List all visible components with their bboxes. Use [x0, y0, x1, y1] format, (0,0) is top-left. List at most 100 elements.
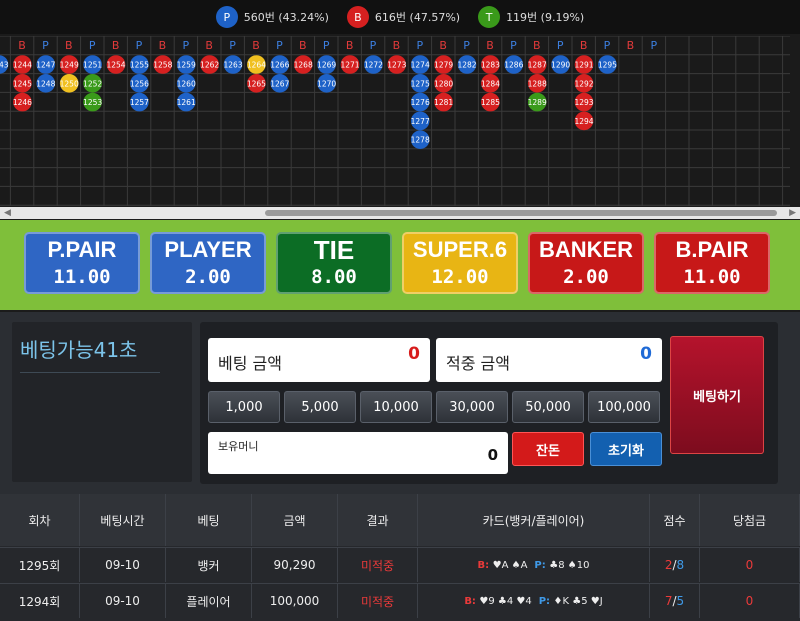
road-header-label: P: [604, 39, 611, 52]
road-bead-label: 1243: [0, 61, 9, 70]
hit-amount-label: 적중 금액: [446, 354, 510, 373]
bet-name: TIE: [313, 235, 355, 265]
road-bead-label: 1284: [481, 79, 500, 88]
road-bead-label: 1294: [574, 117, 593, 126]
bet-player-button[interactable]: PLAYER 2.00: [150, 232, 266, 294]
betting-timer: 베팅가능41초: [20, 338, 138, 362]
road-bead-label: 1290: [551, 61, 570, 70]
balance-field: 보유머니 0: [208, 432, 508, 474]
bet-tie-button[interactable]: TIE 8.00: [276, 232, 392, 294]
chip-100000-button[interactable]: 100,000: [588, 391, 660, 423]
scroll-right-icon[interactable]: ▶: [789, 208, 796, 218]
road-bead-label: 1270: [317, 79, 336, 88]
road-bead-label: 1252: [83, 79, 102, 88]
banker-cards: ♥A ♠A: [492, 559, 528, 571]
betting-panel: 베팅가능41초 베팅 금액 0 적중 금액 0 베팅하기 1,000 5,000…: [0, 312, 800, 494]
road-bead-label: 1292: [574, 79, 593, 88]
road-header-label: B: [486, 39, 494, 52]
road-bead-label: 1293: [574, 98, 593, 107]
cell-winnings: 0: [700, 584, 800, 618]
road-bead-label: 1251: [83, 61, 102, 70]
road-header-label: P: [416, 39, 423, 52]
road-header-label: B: [65, 39, 73, 52]
road-header-label: B: [439, 39, 447, 52]
road-header-label: P: [182, 39, 189, 52]
road-header-label: B: [533, 39, 541, 52]
road-header-label: B: [205, 39, 213, 52]
banker-prefix: B:: [477, 559, 493, 571]
road-bead-label: 1257: [130, 98, 149, 107]
road-bead-label: 1265: [247, 79, 266, 88]
chip-50000-button[interactable]: 50,000: [512, 391, 584, 423]
cell-time: 09-10: [80, 584, 166, 618]
road-bead-label: 1272: [364, 61, 383, 70]
road-header-label: B: [393, 39, 401, 52]
header-score: 점수: [650, 494, 700, 546]
road-bead-label: 1280: [434, 79, 453, 88]
road-header-label: B: [252, 39, 260, 52]
road-header-label: P: [510, 39, 517, 52]
bet-banker-button[interactable]: BANKER 2.00: [528, 232, 644, 294]
stat-player-text: 560번 (43.24%): [243, 11, 329, 24]
cell-cards: B: ♥9 ♣4 ♥4 P: ♦K ♣5 ♥J: [418, 584, 650, 618]
chip-10000-button[interactable]: 10,000: [360, 391, 432, 423]
road-bead-label: 1283: [481, 61, 500, 70]
scroll-thumb[interactable]: [265, 210, 777, 216]
bet-super6-button[interactable]: SUPER.6 12.00: [402, 232, 518, 294]
chip-5000-button[interactable]: 5,000: [284, 391, 356, 423]
road-header-label: B: [627, 39, 635, 52]
cell-bet: 뱅커: [166, 548, 252, 582]
stat-banker: B 616번 (47.57%): [346, 6, 461, 28]
table-row[interactable]: 1294회 09-10 플레이어 100,000 미적중 B: ♥9 ♣4 ♥4…: [0, 583, 800, 618]
road-header-label: P: [42, 39, 49, 52]
road-bead-label: 1277: [411, 117, 430, 126]
reset-button[interactable]: 초기화: [590, 432, 662, 466]
road-bead-label: 1247: [36, 61, 55, 70]
road-bead-label: 1289: [528, 98, 547, 107]
bet-odds: 2.00: [563, 266, 609, 288]
header-cards: 카드(뱅커/플레이어): [418, 494, 650, 546]
road-grid: B P B P B P B P B P B P B P B P B P B P B P B P B P B P 1243 1244 1245…: [0, 36, 790, 206]
header-bet: 베팅: [166, 494, 252, 546]
stats-bar: P 560번 (43.24%) B 616번 (47.57%) T 119번 (…: [0, 0, 800, 34]
header-winnings: 당첨금: [700, 494, 800, 546]
road-bead-label: 1263: [223, 61, 242, 70]
road-bead-label: 1262: [200, 61, 219, 70]
road-scrollbar[interactable]: ◀ ▶: [0, 207, 800, 219]
chip-30000-button[interactable]: 30,000: [436, 391, 508, 423]
header-result: 결과: [338, 494, 418, 546]
change-button[interactable]: 잔돈: [512, 432, 584, 466]
road-header-label: B: [159, 39, 167, 52]
cell-time: 09-10: [80, 548, 166, 582]
table-row[interactable]: 1295회 09-10 뱅커 90,290 미적중 B: ♥A ♠A P: ♣8…: [0, 547, 800, 582]
road-bead-label: 1264: [247, 61, 266, 70]
road-bead-label: 1268: [294, 61, 313, 70]
banker-badge: B: [346, 6, 369, 28]
bet-amount-label: 베팅 금액: [218, 354, 282, 373]
road-bead-label: 1275: [411, 79, 430, 88]
bet-odds: 8.00: [311, 266, 357, 288]
bet-player-pair-button[interactable]: P.PAIR 11.00: [24, 232, 140, 294]
scroll-left-icon[interactable]: ◀: [4, 208, 11, 218]
hit-amount-value: 0: [640, 344, 652, 364]
cell-round: 1294회: [0, 584, 80, 618]
banker-cards: ♥9 ♣4 ♥4: [479, 595, 532, 607]
bet-amount-field[interactable]: 베팅 금액 0: [208, 338, 430, 382]
cell-round: 1295회: [0, 548, 80, 582]
place-bet-button[interactable]: 베팅하기: [670, 336, 764, 454]
stat-banker-text: 616번 (47.57%): [374, 11, 461, 24]
stat-tie-text: 119번 (9.19%): [506, 11, 585, 24]
bet-history-table: 회차 베팅시간 베팅 금액 결과 카드(뱅커/플레이어) 점수 당첨금 1295…: [0, 494, 800, 621]
road-header-label: P: [89, 39, 96, 52]
cell-result: 미적중: [338, 584, 418, 618]
cell-cards: B: ♥A ♠A P: ♣8 ♠10: [418, 548, 650, 582]
road-header-label: B: [112, 39, 120, 52]
road-map[interactable]: B P B P B P B P B P B P B P B P B P B P B P B P B P B P 1243 1244 1245…: [0, 36, 790, 206]
road-bead-label: 1286: [504, 61, 523, 70]
bet-name: SUPER.6: [412, 237, 508, 262]
bet-banker-pair-button[interactable]: B.PAIR 11.00: [654, 232, 770, 294]
score-player: 8: [676, 558, 685, 572]
road-bead-label: 1279: [434, 61, 453, 70]
road-bead-label: 1269: [317, 61, 336, 70]
chip-1000-button[interactable]: 1,000: [208, 391, 280, 423]
